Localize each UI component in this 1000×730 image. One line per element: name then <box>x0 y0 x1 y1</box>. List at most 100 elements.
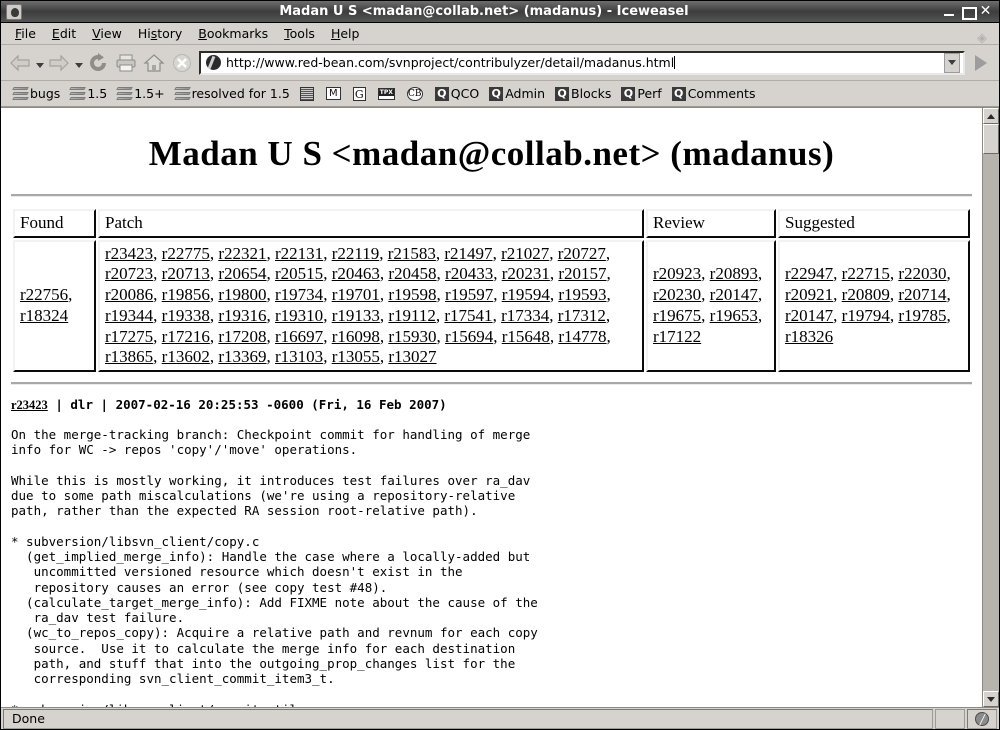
scroll-up-button[interactable] <box>983 108 999 124</box>
maximize-button[interactable] <box>961 5 977 20</box>
revision-link[interactable]: r19594 <box>502 285 550 304</box>
go-button[interactable] <box>968 50 994 76</box>
bookmark-mesh[interactable] <box>296 85 320 103</box>
revision-link[interactable]: r13055 <box>332 347 380 366</box>
menu-history[interactable]: History <box>130 24 190 43</box>
bookmark-admin[interactable]: Admin <box>485 84 549 103</box>
revision-link[interactable]: r17334 <box>501 306 549 325</box>
bookmark-tpx[interactable]: TPX <box>374 86 401 102</box>
revision-link[interactable]: r19133 <box>332 306 380 325</box>
revision-link[interactable]: r19598 <box>388 285 436 304</box>
revision-link[interactable]: r22030 <box>898 264 946 283</box>
revision-link[interactable]: r20923 <box>653 264 701 283</box>
vertical-scrollbar[interactable] <box>982 108 999 707</box>
revision-link[interactable]: r20458 <box>388 264 436 283</box>
revision-link[interactable]: r19734 <box>275 285 323 304</box>
revision-link[interactable]: r14778 <box>558 327 606 346</box>
reload-button[interactable] <box>84 49 112 77</box>
revision-link[interactable]: r15694 <box>445 327 493 346</box>
revision-link[interactable]: r19597 <box>445 285 493 304</box>
scrollbar-thumb[interactable] <box>983 124 999 154</box>
menu-tools[interactable]: Tools <box>276 24 323 43</box>
scroll-down-button[interactable] <box>983 691 999 707</box>
revision-link[interactable]: r18326 <box>785 327 833 346</box>
revision-link[interactable]: r22321 <box>218 244 266 263</box>
menu-file[interactable]: File <box>7 24 44 43</box>
revision-link[interactable]: r20654 <box>218 264 266 283</box>
revision-link[interactable]: r15930 <box>388 327 436 346</box>
bookmark-resolved-for-1-5[interactable]: resolved for 1.5 <box>171 84 294 103</box>
revision-link[interactable]: r22775 <box>162 244 210 263</box>
revision-link[interactable]: r21583 <box>388 244 436 263</box>
url-input[interactable]: http://www.red-bean.com/svnproject/contr… <box>226 55 944 70</box>
revision-link[interactable]: r13369 <box>218 347 266 366</box>
revision-link[interactable]: r19675 <box>653 306 701 325</box>
revision-link[interactable]: r20809 <box>842 285 890 304</box>
revision-link[interactable]: r20713 <box>162 264 210 283</box>
revision-link[interactable]: r20727 <box>558 244 606 263</box>
revision-link[interactable]: r19316 <box>218 306 266 325</box>
scrollbar-track[interactable] <box>983 124 999 691</box>
revision-link[interactable]: r20921 <box>785 285 833 304</box>
revision-link[interactable]: r22947 <box>785 264 833 283</box>
close-button[interactable]: ✕ <box>979 4 992 18</box>
revision-link[interactable]: r19800 <box>218 285 266 304</box>
print-button[interactable] <box>112 49 140 77</box>
revision-link[interactable]: r20515 <box>275 264 323 283</box>
revision-link[interactable]: r21497 <box>444 244 492 263</box>
bookmark-comments[interactable]: Comments <box>668 84 760 103</box>
revision-link[interactable]: r20147 <box>710 285 758 304</box>
revision-link[interactable]: r20231 <box>502 264 550 283</box>
revision-link[interactable]: r18324 <box>20 306 68 325</box>
url-bar[interactable]: http://www.red-bean.com/svnproject/contr… <box>199 50 965 75</box>
revision-link[interactable]: r19701 <box>332 285 380 304</box>
revision-link[interactable]: r19653 <box>710 306 758 325</box>
status-connection-button[interactable] <box>967 708 997 729</box>
revision-link[interactable]: r13027 <box>388 347 436 366</box>
bookmark-1-5-plus[interactable]: 1.5+ <box>113 84 168 103</box>
revision-link[interactable]: r19794 <box>842 306 890 325</box>
revision-link[interactable]: r22756 <box>20 285 68 304</box>
revision-link[interactable]: r20463 <box>332 264 380 283</box>
revision-link[interactable]: r23423 <box>105 244 153 263</box>
menu-help[interactable]: Help <box>323 24 368 43</box>
revision-link[interactable]: r17216 <box>162 327 210 346</box>
bookmark-cb[interactable]: CB <box>403 85 429 103</box>
log-revision-link[interactable]: r23423 <box>11 398 48 412</box>
forward-dropdown[interactable] <box>73 49 84 77</box>
menu-edit[interactable]: Edit <box>44 24 84 43</box>
revision-link[interactable]: r13865 <box>105 347 153 366</box>
revision-link[interactable]: r22119 <box>332 244 380 263</box>
revision-link[interactable]: r20433 <box>445 264 493 283</box>
bookmark-bugs[interactable]: bugs <box>9 84 64 103</box>
revision-link[interactable]: r20086 <box>105 285 153 304</box>
url-dropdown-button[interactable] <box>944 52 960 73</box>
revision-link[interactable]: r19344 <box>105 306 153 325</box>
revision-link[interactable]: r19112 <box>388 306 436 325</box>
forward-button[interactable] <box>45 49 73 77</box>
menu-view[interactable]: View <box>84 24 130 43</box>
revision-link[interactable]: r19856 <box>162 285 210 304</box>
revision-link[interactable]: r20157 <box>558 264 606 283</box>
revision-link[interactable]: r15648 <box>502 327 550 346</box>
revision-link[interactable]: r20714 <box>898 285 946 304</box>
revision-link[interactable]: r20893 <box>710 264 758 283</box>
bookmark-perf[interactable]: Perf <box>617 84 665 103</box>
revision-link[interactable]: r21027 <box>501 244 549 263</box>
revision-link[interactable]: r19593 <box>558 285 606 304</box>
revision-link[interactable]: r19310 <box>275 306 323 325</box>
revision-link[interactable]: r20230 <box>653 285 701 304</box>
revision-link[interactable]: r16098 <box>332 327 380 346</box>
bookmark-google[interactable]: G <box>349 85 372 103</box>
revision-link[interactable]: r17541 <box>444 306 492 325</box>
back-dropdown[interactable] <box>34 49 45 77</box>
revision-link[interactable]: r16697 <box>275 327 323 346</box>
revision-link[interactable]: r22131 <box>275 244 323 263</box>
bookmark-blocks[interactable]: Blocks <box>551 84 615 103</box>
bookmark-mail[interactable]: M <box>322 85 347 102</box>
revision-link[interactable]: r22715 <box>842 264 890 283</box>
revision-link[interactable]: r20723 <box>105 264 153 283</box>
menu-bookmarks[interactable]: Bookmarks <box>190 24 276 43</box>
revision-link[interactable]: r19785 <box>898 306 946 325</box>
revision-link[interactable]: r19338 <box>162 306 210 325</box>
